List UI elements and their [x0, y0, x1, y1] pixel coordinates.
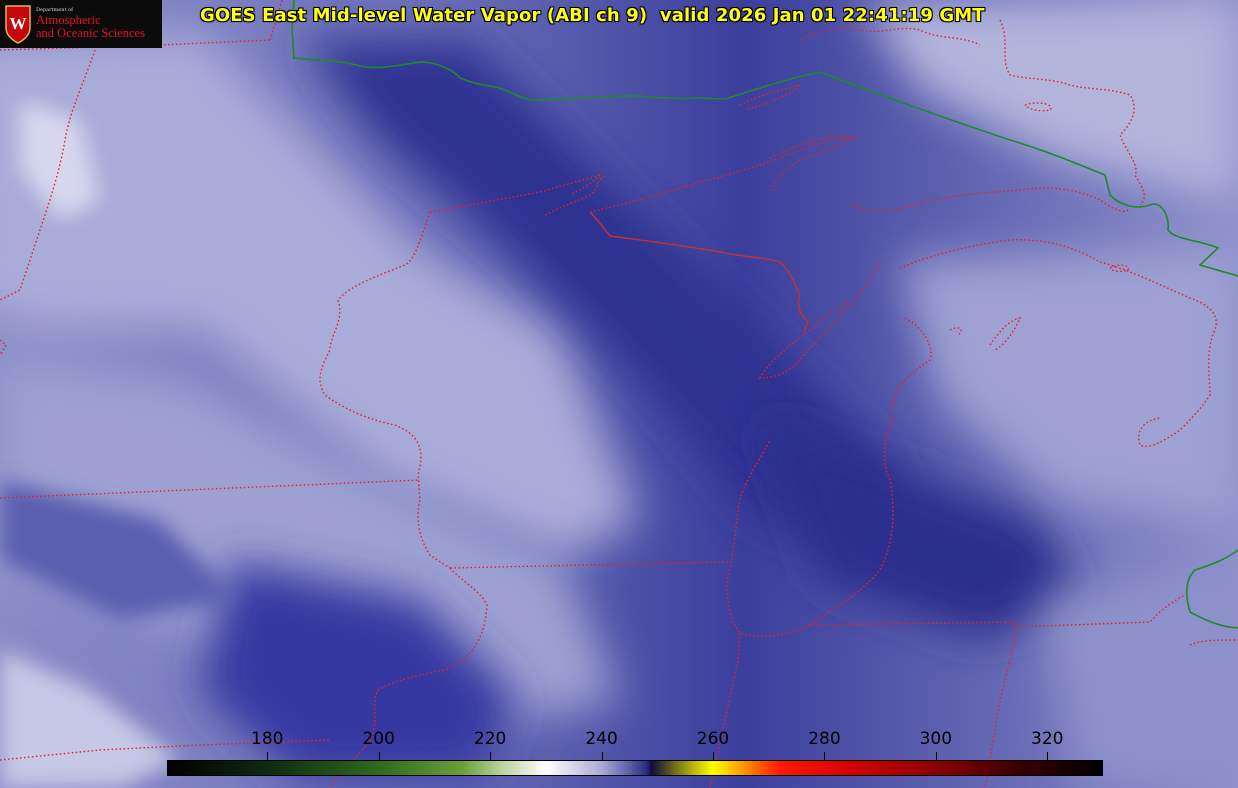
colorbar-tick-label: 260	[696, 729, 730, 749]
uw-aos-logo: W Department of Atmospheric and Oceanic …	[0, 0, 162, 48]
uw-crest-icon: W	[5, 5, 31, 44]
logo-text: Department of Atmospheric and Oceanic Sc…	[36, 7, 145, 40]
colorbar-tick-mark	[490, 752, 492, 760]
colorbar-tick-label: 200	[362, 729, 395, 749]
colorbar-tick-label: 280	[808, 729, 841, 749]
colorbar-tick-mark	[713, 752, 714, 760]
water-vapor-map	[0, 0, 1238, 788]
colorbar-tick-mark	[1047, 752, 1049, 760]
colorbar-tick-mark	[378, 752, 380, 760]
colorbar-tick-mark	[824, 752, 826, 760]
colorbar-tick-label: 320	[1031, 729, 1064, 749]
colorbar-tick-label: 180	[251, 729, 284, 749]
colorbar-tick-mark	[267, 752, 269, 760]
satellite-imagery	[0, 0, 1238, 788]
colorbar-tick-mark	[601, 752, 603, 760]
logo-line-2: and Oceanic Sciences	[36, 25, 145, 40]
colorbar-tick-label: 240	[585, 729, 618, 749]
logo-line-1: Atmospheric	[36, 12, 101, 27]
colorbar-tick-labels: 180 200 220 240 260 280 300 320	[0, 729, 1238, 751]
colorbar-tick-label: 220	[473, 729, 507, 749]
map-title: GOES East Mid-level Water Vapor (ABI ch …	[200, 5, 985, 26]
colorbar-tick-mark	[935, 752, 937, 760]
svg-text:W: W	[10, 14, 27, 33]
temperature-colorbar	[167, 760, 1103, 776]
colorbar-tick-label: 300	[919, 729, 953, 749]
